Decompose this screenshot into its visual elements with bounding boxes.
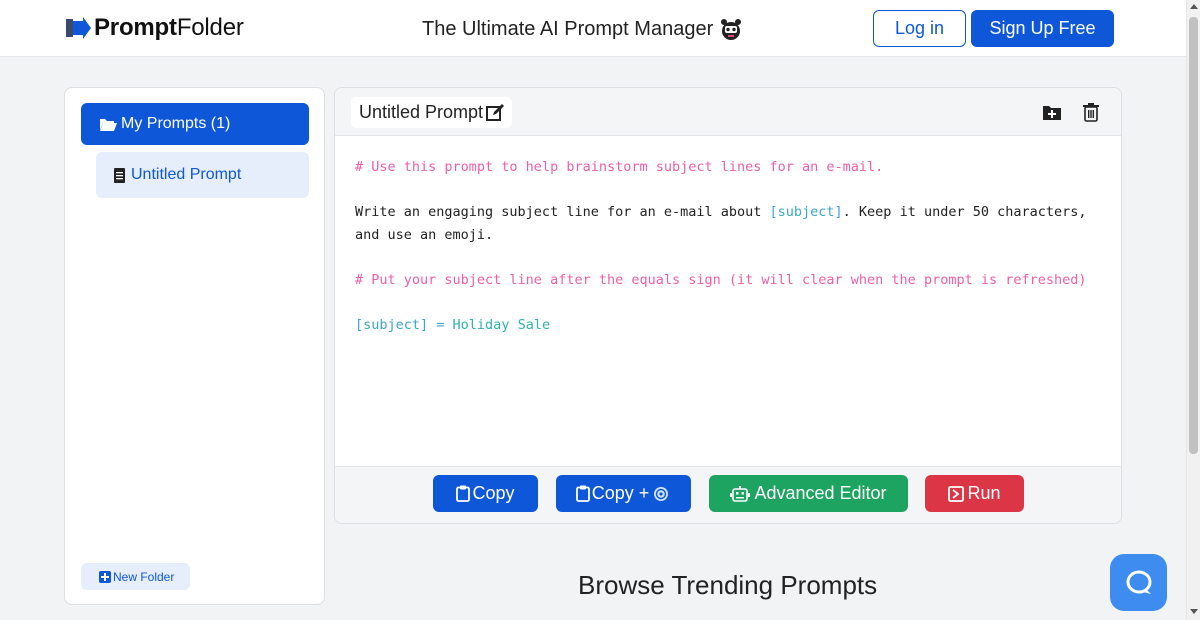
- robot-editor-icon: [730, 485, 751, 502]
- run-icon: [948, 485, 965, 502]
- logo[interactable]: PromptFolder: [66, 14, 244, 42]
- prompt-body-line: Write an engaging subject line for an e-…: [355, 204, 1095, 243]
- edit-icon[interactable]: [486, 103, 505, 122]
- clipboard-icon: [575, 485, 590, 502]
- prompt-title-text: Untitled Prompt: [359, 102, 484, 122]
- scroll-up-arrow[interactable]: [1190, 4, 1198, 9]
- copy-to-chatgpt-button[interactable]: Copy +: [556, 475, 691, 512]
- plus-box-icon: [99, 570, 111, 583]
- chat-icon: [1126, 570, 1151, 594]
- signup-button[interactable]: Sign Up Free: [971, 10, 1114, 47]
- new-folder-label: New Folder: [113, 569, 175, 584]
- editor-footer: Copy Copy + Advanced Editor Run: [335, 466, 1121, 523]
- scroll-down-arrow[interactable]: [1190, 609, 1198, 614]
- prompt-text-area[interactable]: # Use this prompt to help brainstorm sub…: [355, 156, 1105, 337]
- folder-my-prompts[interactable]: My Prompts (1): [81, 103, 309, 145]
- logo-arrow-icon: [66, 17, 91, 39]
- sidebar: My Prompts (1) Untitled Prompt New Folde…: [64, 87, 325, 605]
- document-icon: [114, 167, 125, 183]
- trending-heading: Browse Trending Prompts: [578, 570, 878, 600]
- variable-assignment-line: [subject] = Holiday Sale: [355, 317, 551, 333]
- subject-variable: [subject]: [769, 204, 843, 220]
- logo-text: PromptFolder: [94, 14, 244, 41]
- top-navbar: PromptFolder The Ultimate AI Prompt Mana…: [0, 0, 1186, 57]
- prompt-list-item[interactable]: Untitled Prompt: [96, 152, 309, 198]
- scroll-thumb[interactable]: [1189, 17, 1198, 454]
- comment-line: # Put your subject line after the equals…: [355, 272, 1087, 288]
- prompt-editor: Untitled Prompt # Use this prompt to hel…: [334, 87, 1122, 524]
- comment-line: # Use this prompt to help brainstorm sub…: [355, 159, 884, 175]
- copy-button[interactable]: Copy: [433, 475, 538, 512]
- tagline-text: The Ultimate AI Prompt Manager: [422, 17, 714, 40]
- folder-plus-icon[interactable]: [1042, 102, 1062, 122]
- login-button[interactable]: Log in: [873, 10, 966, 47]
- folder-open-icon: [100, 118, 117, 131]
- run-button[interactable]: Run: [925, 475, 1024, 512]
- editor-header: Untitled Prompt: [335, 88, 1121, 136]
- variable-value[interactable]: Holiday Sale: [453, 317, 551, 333]
- page-scrollbar[interactable]: [1186, 0, 1200, 620]
- new-folder-button[interactable]: New Folder: [81, 563, 190, 590]
- prompt-title[interactable]: Untitled Prompt: [351, 97, 513, 128]
- tagline: The Ultimate AI Prompt Manager: [422, 17, 742, 41]
- prompt-label: Untitled Prompt: [131, 166, 242, 183]
- clipboard-icon: [456, 485, 471, 502]
- robot-icon: [721, 19, 742, 40]
- chat-widget-button[interactable]: [1110, 554, 1167, 611]
- trash-icon[interactable]: [1081, 102, 1101, 122]
- openai-icon: [654, 486, 669, 501]
- advanced-editor-button[interactable]: Advanced Editor: [709, 475, 908, 512]
- folder-label: My Prompts (1): [121, 115, 231, 132]
